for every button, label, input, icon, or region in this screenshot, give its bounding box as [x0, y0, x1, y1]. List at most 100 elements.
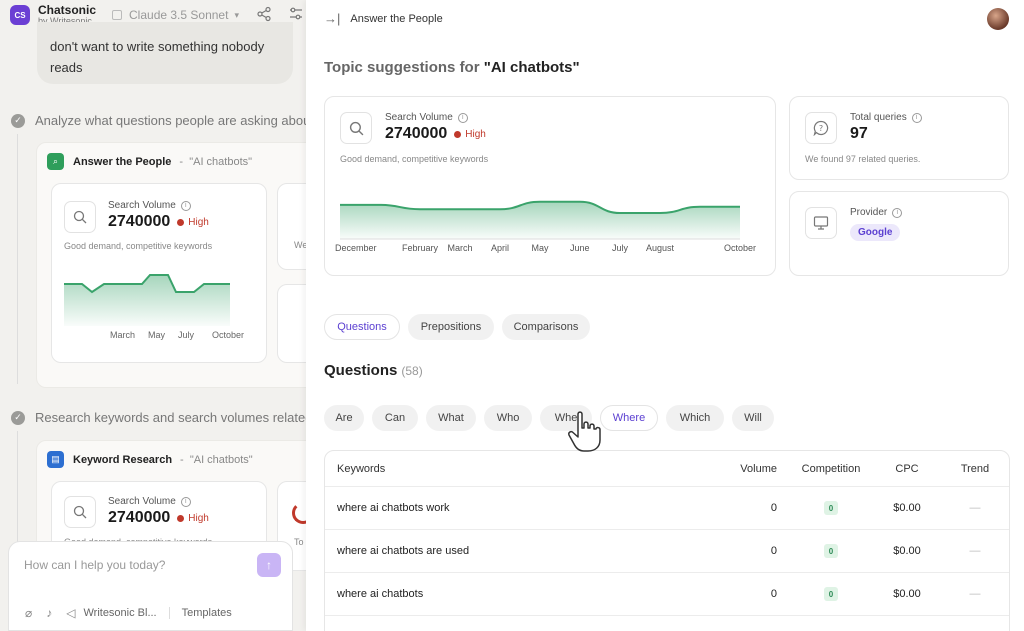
search-volume-label: Search Volume i: [385, 112, 468, 123]
total-queries-note: We found 97 related queries.: [805, 154, 921, 164]
tool-card-answer-the-people[interactable]: ⌕ Answer the People - "AI chatbots" Sear…: [36, 142, 306, 388]
tool-name: Keyword Research: [73, 453, 173, 466]
cpc-cell: $0.00: [893, 545, 921, 557]
section-count: (58): [401, 364, 423, 378]
filter-who[interactable]: Who: [484, 405, 532, 431]
gauge-icon: [292, 502, 306, 524]
search-volume-value: 2740000 High: [108, 213, 209, 230]
axis-label: March: [110, 330, 136, 340]
peek-text: We: [294, 240, 306, 250]
questions-table: Keywords Volume Competition CPC Trend wh…: [324, 450, 1010, 631]
competition-cell: 0: [795, 530, 867, 572]
chart-x-tick-label: May: [531, 243, 549, 253]
provider-card: Provider i Google: [789, 191, 1009, 276]
send-button[interactable]: ↑: [257, 553, 281, 577]
axis-label: May: [148, 330, 166, 340]
model-icon: [112, 10, 123, 20]
chat-input-box[interactable]: How can I help you today? ↑ ⌀ ♪ ◁ Writes…: [8, 541, 293, 631]
chart-x-tick-label: February: [402, 243, 439, 253]
table-row[interactable]: where ai chatbots are used 0 0 $0.00 —: [325, 530, 1009, 573]
model-name: Claude 3.5 Sonnet: [129, 8, 229, 22]
col-competition[interactable]: Competition: [795, 451, 867, 486]
trend-area-chart: [64, 274, 230, 326]
search-volume-card: Search Volumei 2740000High Good demand, …: [51, 183, 267, 363]
peek-text: To: [294, 537, 304, 547]
filter-where[interactable]: Where: [600, 405, 658, 431]
monitor-icon: [805, 207, 837, 239]
col-keywords[interactable]: Keywords: [337, 451, 385, 486]
volume-cell: 0: [770, 588, 777, 600]
model-selector[interactable]: Claude 3.5 Sonnet ▾: [112, 8, 239, 22]
info-icon[interactable]: i: [892, 207, 903, 218]
divider: [168, 607, 170, 619]
tool-query: - "AI chatbots": [179, 155, 253, 168]
share-icon[interactable]: [256, 6, 272, 22]
trend-cell: —: [969, 545, 981, 557]
col-trend[interactable]: Trend: [947, 451, 1003, 486]
chart-x-tick-label: July: [612, 243, 629, 253]
collapse-panel-icon[interactable]: →|: [324, 11, 340, 26]
total-queries-card-peek: We: [277, 183, 306, 270]
tool-header: ⌕ Answer the People - "AI chatbots": [47, 153, 252, 170]
tab-comparisons[interactable]: Comparisons: [502, 314, 590, 340]
tab-prepositions[interactable]: Prepositions: [408, 314, 494, 340]
app-name: Chatsonic: [38, 3, 97, 17]
chart-x-tick-label: April: [491, 243, 510, 253]
megaphone-icon: ◁: [66, 606, 76, 620]
cpc-cell: $0.00: [893, 502, 921, 514]
table-row[interactable]: where ai chatbots work 0 0 $0.00 —: [325, 487, 1009, 530]
level-badge: High: [177, 513, 209, 524]
info-icon[interactable]: i: [911, 112, 922, 123]
keyword-cell: where ai chatbots: [337, 588, 424, 600]
step-analyze-questions: ✓ Analyze what questions people are aski…: [11, 113, 306, 128]
filter-are[interactable]: Are: [324, 405, 364, 431]
user-message: don't want to write something nobody rea…: [37, 22, 293, 84]
svg-text:?: ?: [819, 124, 823, 133]
volume-cell: 0: [770, 545, 777, 557]
answer-the-people-icon: ⌕: [47, 153, 64, 170]
check-icon: ✓: [11, 113, 25, 128]
col-volume[interactable]: Volume: [725, 451, 777, 486]
info-icon: i: [180, 200, 191, 211]
settings-sliders-icon[interactable]: [288, 6, 304, 22]
col-cpc[interactable]: CPC: [885, 451, 929, 486]
chat-input[interactable]: How can I help you today?: [24, 558, 165, 572]
step-connector: [17, 134, 18, 384]
page-title: Topic suggestions for "AI chatbots": [324, 59, 580, 76]
volume-cell: 0: [770, 502, 777, 514]
step-text: Research keywords and search volumes rel…: [35, 410, 306, 425]
total-queries-label: Total queries i: [850, 112, 922, 123]
chart-x-tick-label: December: [335, 243, 377, 253]
writesonic-brand-voice[interactable]: Writesonic Bl...: [83, 607, 156, 619]
chat-pane: CS Chatsonic by Writesonic Claude 3.5 So…: [0, 0, 306, 631]
cpc-cell: $0.00: [893, 588, 921, 600]
provider-badge: Google: [850, 224, 901, 241]
filter-can[interactable]: Can: [372, 405, 418, 431]
level-badge: High: [454, 129, 486, 140]
filter-what[interactable]: What: [426, 405, 476, 431]
answer-the-people-panel: →| Answer the People Topic suggestions f…: [306, 0, 1024, 631]
table-row[interactable]: where ai chatbots 0 0 $0.00 —: [325, 573, 1009, 616]
chart-x-tick-label: August: [646, 243, 675, 253]
filter-will[interactable]: Will: [732, 405, 774, 431]
keyword-research-icon: ▤: [47, 451, 64, 468]
templates-button[interactable]: Templates: [182, 607, 232, 619]
info-icon[interactable]: i: [457, 112, 468, 123]
section-title: Questions (58): [324, 362, 423, 379]
search-volume-value: 2740000 High: [108, 509, 209, 526]
axis-label: October: [212, 330, 245, 340]
chatsonic-logo: CS: [10, 5, 30, 25]
total-queries-card: ? Total queries i 97 We found 97 related …: [789, 96, 1009, 180]
provider-card-peek: [277, 284, 306, 363]
filter-which[interactable]: Which: [666, 405, 724, 431]
user-avatar[interactable]: [987, 8, 1009, 30]
keyword-cell: where ai chatbots are used: [337, 545, 470, 557]
paperclip-icon[interactable]: ⌀: [25, 606, 32, 620]
microphone-icon[interactable]: ♪: [46, 606, 52, 620]
tab-questions[interactable]: Questions: [324, 314, 400, 340]
search-volume-label: Search Volume i: [108, 200, 191, 211]
chart-x-tick-label: June: [570, 243, 590, 253]
total-queries-value: 97: [850, 125, 868, 142]
demand-text: Good demand, competitive keywords: [64, 241, 213, 251]
search-icon: [64, 496, 96, 528]
